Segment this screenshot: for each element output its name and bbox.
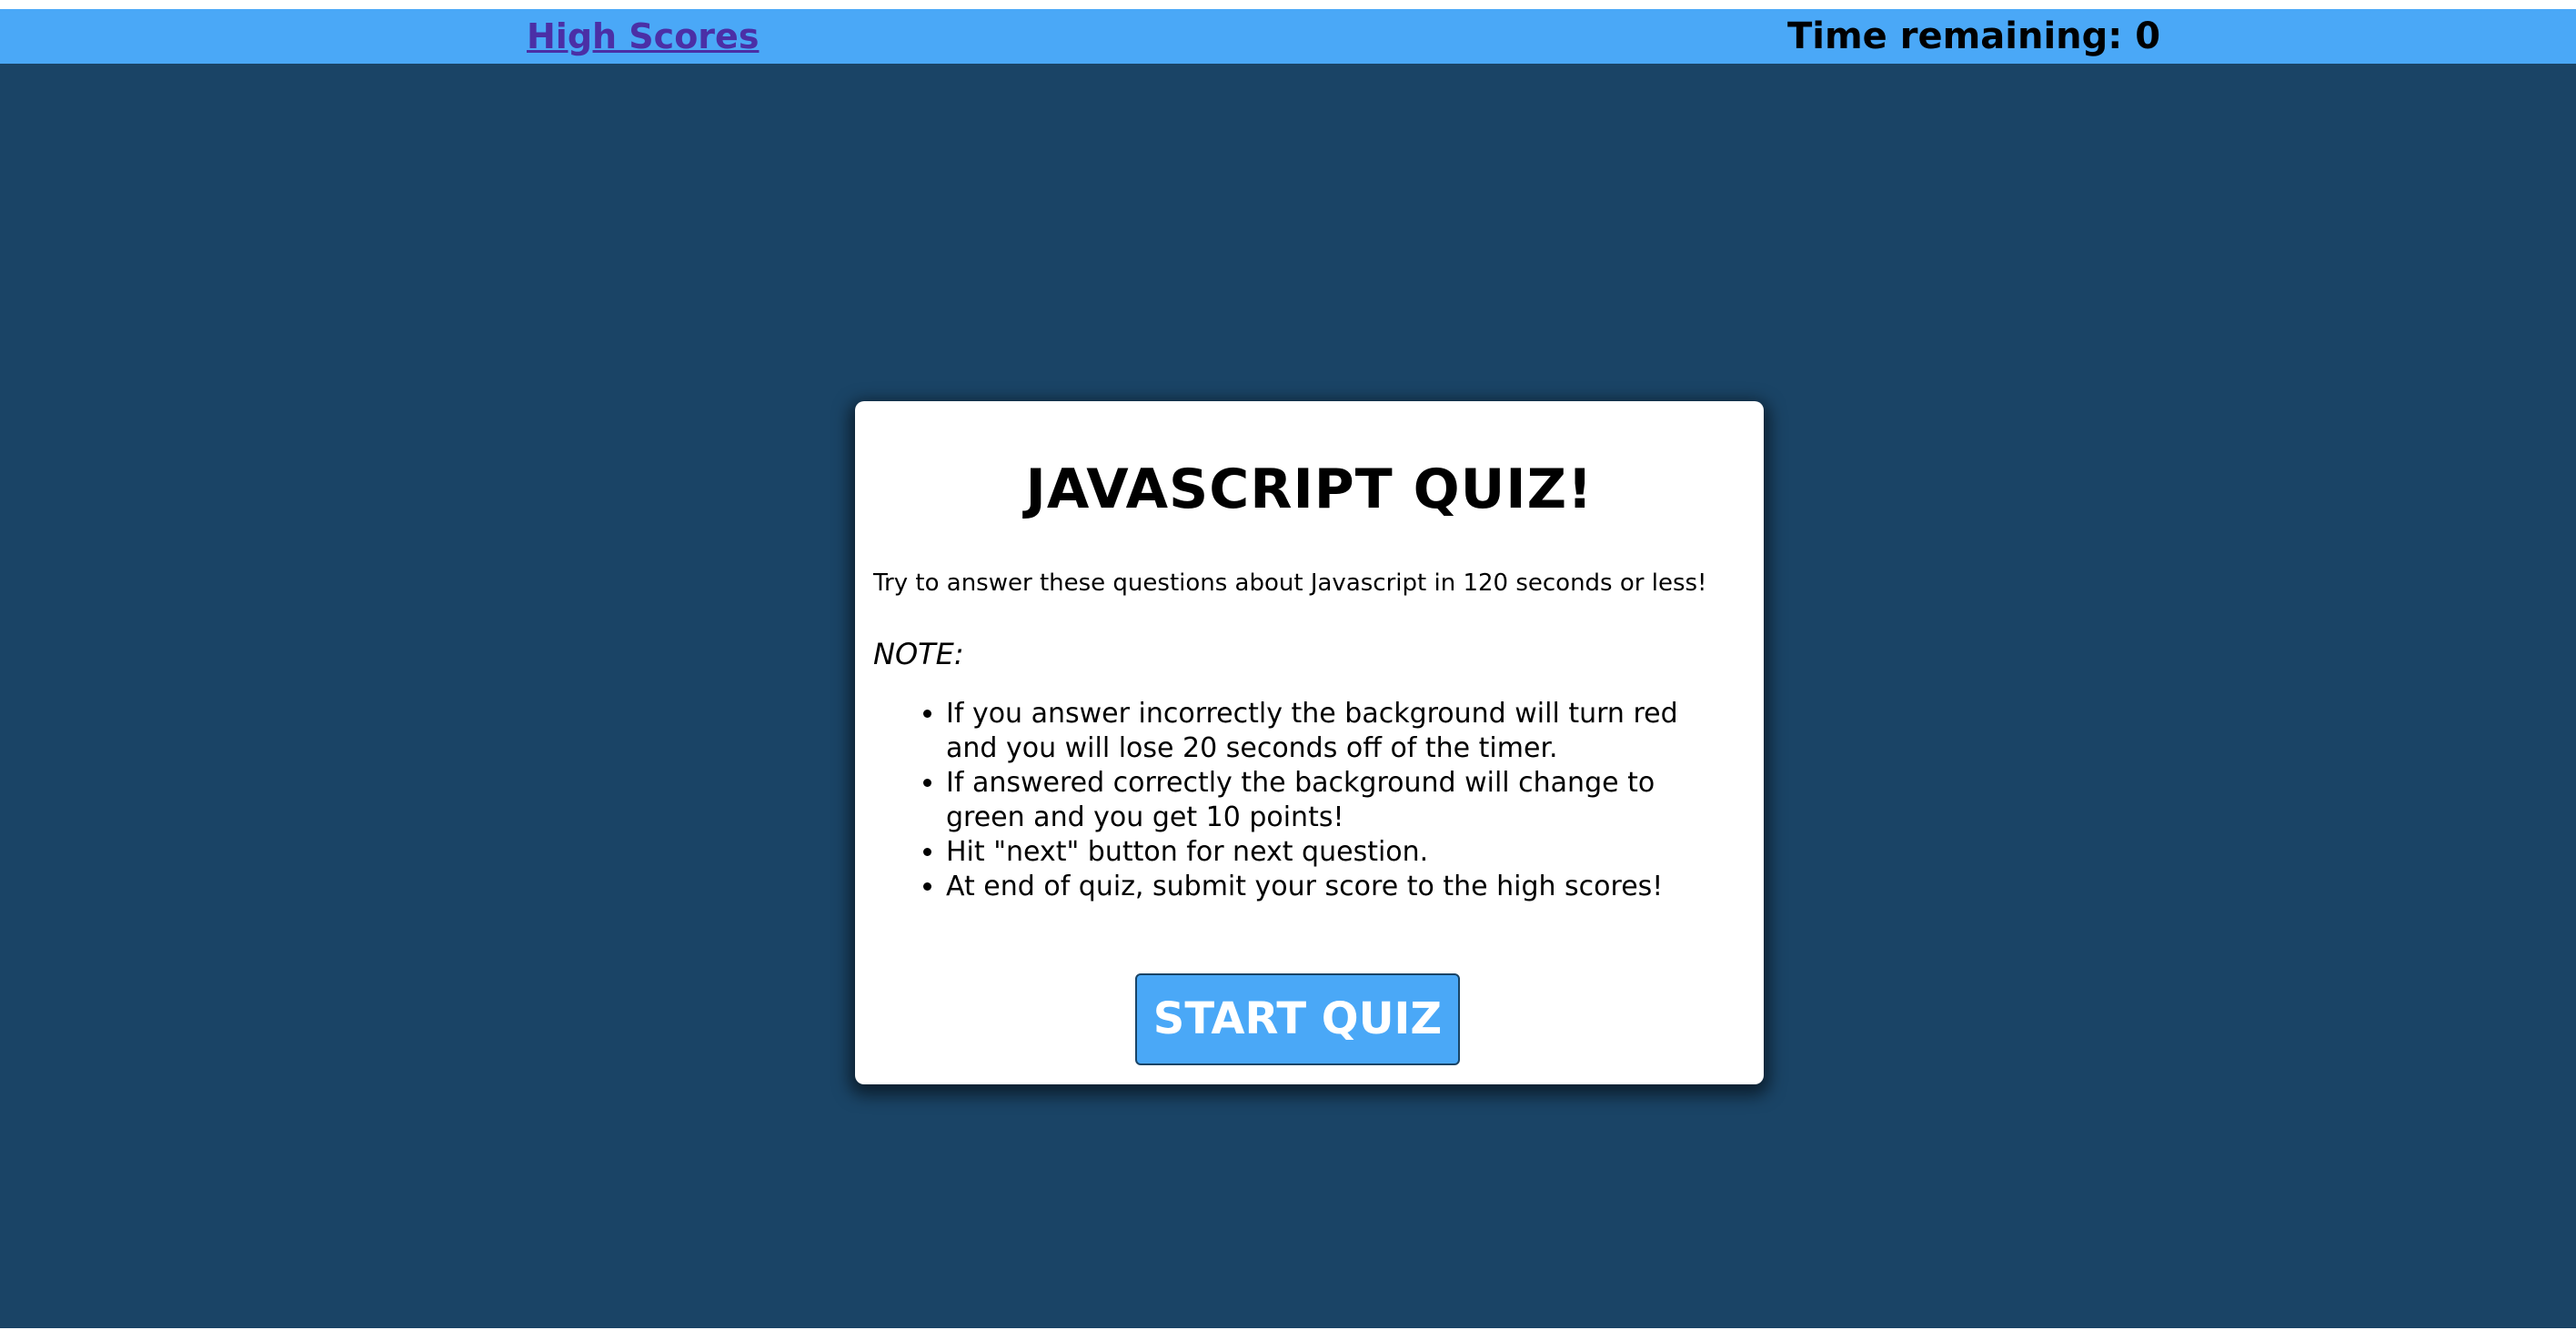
rule-item: Hit "next" button for next question. (946, 835, 1737, 870)
page-background: High Scores Time remaining: 0 JAVASCRIPT… (0, 9, 2576, 1328)
quiz-intro-text: Try to answer these questions about Java… (873, 569, 1707, 597)
start-quiz-button[interactable]: START QUIZ (1135, 973, 1460, 1065)
rule-item: At end of quiz, submit your score to the… (946, 870, 1737, 904)
note-label: NOTE: (873, 637, 964, 671)
high-scores-link[interactable]: High Scores (527, 9, 759, 64)
quiz-card: JAVASCRIPT QUIZ! Try to answer these que… (855, 401, 1764, 1084)
quiz-title: JAVASCRIPT QUIZ! (1025, 458, 1594, 521)
rule-item: If answered correctly the background wil… (946, 766, 1737, 835)
rule-item: If you answer incorrectly the background… (946, 697, 1737, 766)
timer-display: Time remaining: 0 (1787, 15, 2161, 57)
rules-list: If you answer incorrectly the background… (873, 697, 1737, 904)
top-bar: High Scores Time remaining: 0 (0, 9, 2576, 64)
